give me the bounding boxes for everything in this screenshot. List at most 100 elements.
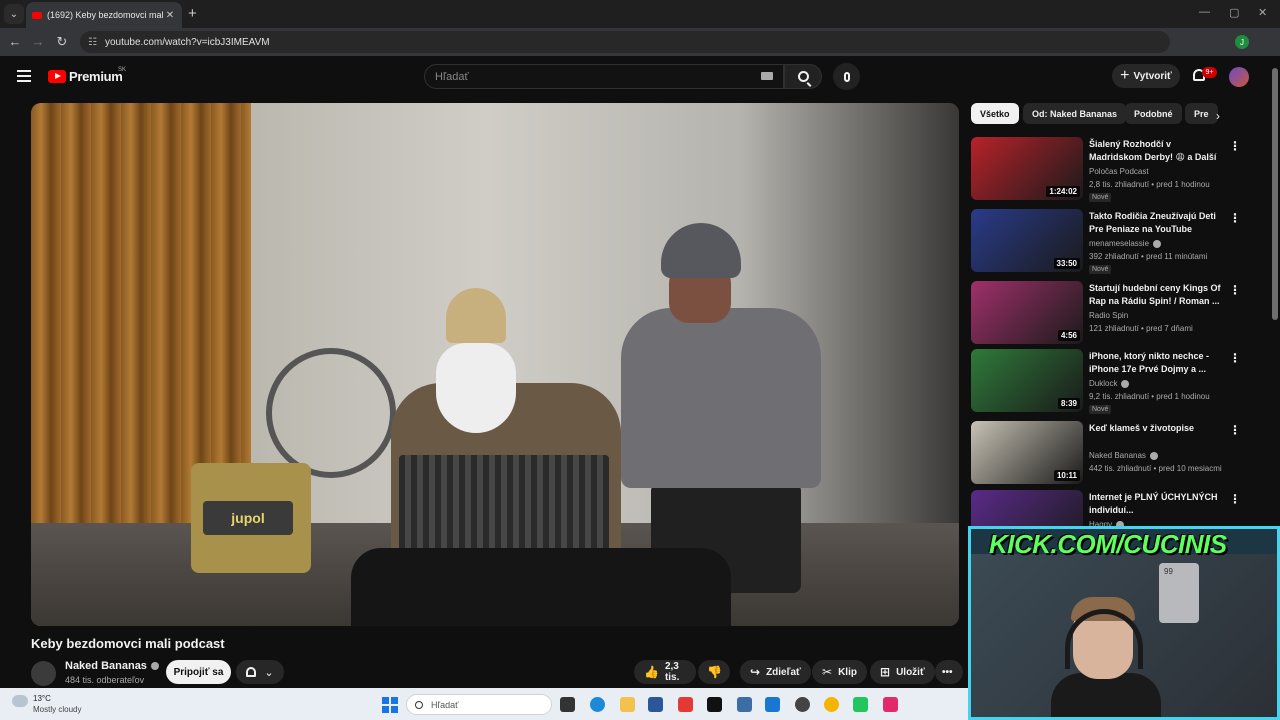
rec-channel[interactable]: menameselassie [1089, 239, 1162, 248]
notepad-icon[interactable] [737, 697, 752, 712]
browser-profile-avatar[interactable]: J [1235, 35, 1249, 49]
verified-icon [1121, 379, 1130, 388]
subscription-notification-button[interactable]: ⌄ [236, 660, 284, 684]
notification-count-badge: 9+ [1202, 67, 1217, 78]
search-input[interactable]: Hľadať [424, 64, 784, 89]
rec-title[interactable]: Šialený Rozhodčí v Madridskom Derby! 😩 a… [1089, 138, 1224, 164]
video-thumbnail[interactable]: 10:11 [971, 421, 1083, 484]
app-red-icon[interactable] [678, 697, 693, 712]
tiktok-icon[interactable] [707, 697, 722, 712]
account-avatar[interactable] [1229, 67, 1249, 87]
more-vert-icon[interactable]: ⋮ [1229, 492, 1241, 506]
more-vert-icon[interactable]: ⋮ [1229, 211, 1241, 225]
join-button[interactable]: Pripojiť sa [166, 660, 231, 684]
taskbar-search-input[interactable]: Hľadať [406, 694, 552, 715]
more-vert-icon[interactable]: ⋮ [1229, 139, 1241, 153]
rec-channel[interactable]: Poločas Podcast [1089, 167, 1149, 176]
page-scrollbar[interactable] [1272, 68, 1278, 320]
chrome-icon[interactable] [824, 697, 839, 712]
tab-close-icon[interactable]: ✕ [164, 10, 176, 21]
video-thumbnail[interactable]: 8:39 [971, 349, 1083, 412]
scissors-icon: ✂ [822, 665, 833, 679]
rec-title[interactable]: Keď klameš v životopise [1089, 422, 1224, 435]
chip-for-you[interactable]: Pre [1185, 103, 1218, 124]
chip-all[interactable]: Všetko [971, 103, 1019, 124]
rec-title[interactable]: Internet je PLNÝ ÚCHYLNÝCH individuí... [1089, 491, 1224, 517]
more-actions-button[interactable]: ••• [935, 660, 963, 684]
share-button[interactable]: ↪ Zdieľať [740, 660, 811, 684]
edge-icon[interactable] [590, 697, 605, 712]
channel-avatar[interactable] [31, 661, 56, 686]
minimize-button[interactable]: — [1199, 6, 1210, 18]
tab-search-button[interactable]: ⌄ [4, 4, 24, 24]
chip-related[interactable]: Podobné [1125, 103, 1182, 124]
rec-meta: 121 zhliadnutí • pred 7 dňami [1089, 324, 1193, 333]
list-item[interactable]: 10:11 Keď klameš v životopise Naked Bana… [971, 421, 1241, 485]
forward-button[interactable]: → [30, 34, 46, 49]
list-item[interactable]: 8:39 iPhone, ktorý nikto nechce - iPhone… [971, 349, 1241, 414]
list-item[interactable]: 4:56 Startují hudební ceny Kings Of Rap … [971, 281, 1241, 345]
more-vert-icon[interactable]: ⋮ [1229, 283, 1241, 297]
obs-icon[interactable] [795, 697, 810, 712]
browser-toolbar: ← → ↻ ☷ youtube.com/watch?v=icbJ3IMEAVM … [0, 28, 1280, 77]
search-button[interactable] [784, 64, 822, 89]
clip-button[interactable]: ✂ Klip [812, 660, 867, 684]
list-item[interactable]: 1:24:02 Šialený Rozhodčí v Madridskom De… [971, 137, 1241, 202]
store-icon[interactable] [648, 697, 663, 712]
site-info-icon[interactable]: ☷ [88, 37, 97, 48]
windows-start-icon[interactable] [382, 697, 398, 713]
kick-app-icon[interactable] [853, 697, 868, 712]
more-vert-icon[interactable]: ⋮ [1229, 351, 1241, 365]
browser-tab[interactable]: (1692) Keby bezdomovci mali p ✕ [26, 2, 182, 28]
close-window-button[interactable]: ✕ [1258, 6, 1267, 19]
save-playlist-icon: ⊞ [880, 665, 891, 679]
youtube-logo[interactable]: Premium [48, 69, 123, 84]
rec-channel[interactable]: Naked Bananas [1089, 451, 1158, 460]
channel-name-link[interactable]: Naked Bananas [65, 660, 159, 672]
logo-text: Premium [69, 69, 123, 84]
video-thumbnail[interactable]: 33:50 [971, 209, 1083, 272]
chevron-right-icon[interactable]: › [1216, 109, 1220, 123]
rec-channel[interactable]: Radio Spin [1089, 311, 1128, 320]
app-blue-icon[interactable] [765, 697, 780, 712]
dislike-button[interactable]: 👎 [698, 660, 730, 684]
share-label: Zdieľať [766, 666, 801, 678]
tab-title: (1692) Keby bezdomovci mali p [47, 10, 164, 20]
video-player[interactable]: jupol [31, 103, 959, 626]
rec-title[interactable]: iPhone, ktorý nikto nechce - iPhone 17e … [1089, 350, 1224, 376]
new-badge: Nové [1089, 405, 1112, 414]
weather-description[interactable]: Mostly cloudy [33, 705, 81, 714]
rec-title[interactable]: Startují hudební ceny Kings Of Rap na Rá… [1089, 282, 1224, 308]
create-button[interactable]: + Vytvoriť [1112, 64, 1180, 88]
reload-button[interactable]: ↻ [54, 34, 70, 50]
save-button[interactable]: ⊞ Uložiť [870, 660, 935, 684]
duration-badge: 1:24:02 [1046, 186, 1080, 197]
back-button[interactable]: ← [7, 34, 23, 49]
share-icon: ↪ [750, 665, 761, 679]
tiktok-live-icon[interactable] [883, 697, 898, 712]
new-tab-button[interactable]: + [188, 5, 197, 22]
weather-temperature[interactable]: 13°C [33, 694, 51, 703]
video-thumbnail[interactable]: 4:56 [971, 281, 1083, 344]
save-label: Uložiť [896, 666, 925, 678]
rec-title[interactable]: Takto Rodičia Zneužívajú Deti Pre Peniaz… [1089, 210, 1224, 236]
windows-taskbar: 13°C Mostly cloudy Hľadať [0, 688, 968, 720]
list-item[interactable]: 33:50 Takto Rodičia Zneužívajú Deti Pre … [971, 209, 1241, 274]
cloud-icon[interactable] [12, 695, 28, 707]
subscriber-count: 484 tis. odberateľov [65, 675, 145, 685]
more-vert-icon[interactable]: ⋮ [1229, 423, 1241, 437]
voice-search-button[interactable] [833, 63, 860, 90]
rec-channel[interactable]: Duklock [1089, 379, 1130, 388]
url-text: youtube.com/watch?v=icbJ3IMEAVM [104, 36, 270, 48]
video-thumbnail[interactable]: 1:24:02 [971, 137, 1083, 200]
like-button[interactable]: 👍 2,3 tis. [634, 660, 696, 684]
chip-from-channel[interactable]: Od: Naked Bananas [1023, 103, 1127, 124]
keyboard-icon[interactable] [761, 72, 773, 80]
maximize-button[interactable]: ▢ [1229, 6, 1239, 19]
task-view-icon[interactable] [560, 697, 575, 712]
menu-hamburger-icon[interactable] [17, 70, 31, 82]
player-card-rating: 99 [1164, 567, 1173, 576]
search-icon [415, 700, 423, 709]
file-explorer-icon[interactable] [620, 697, 635, 712]
address-bar[interactable]: ☷ youtube.com/watch?v=icbJ3IMEAVM [80, 31, 1170, 53]
